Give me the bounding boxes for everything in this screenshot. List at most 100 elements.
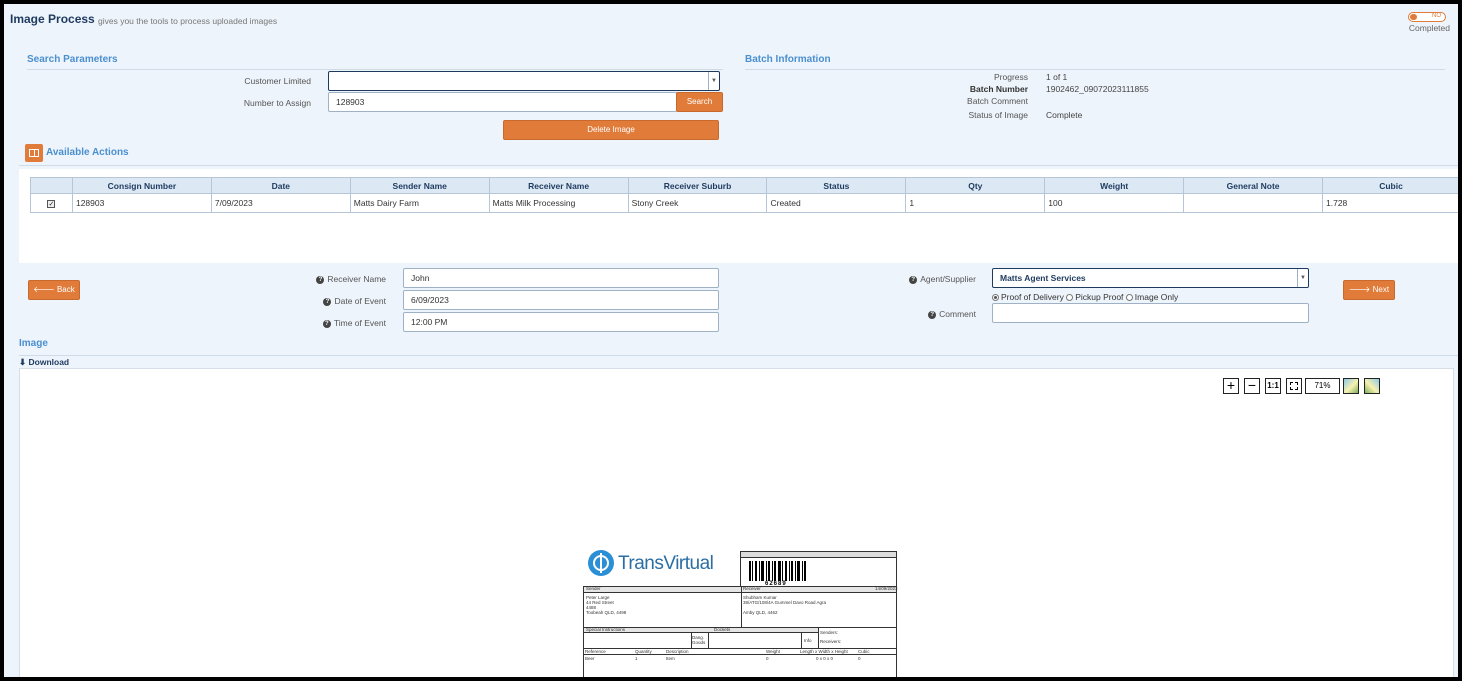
column-header[interactable]: Date xyxy=(210,177,351,194)
radio-label: Pickup Proof xyxy=(1075,292,1124,302)
date-of-event-label-text: Date of Event xyxy=(334,296,386,306)
rotate-left-icon[interactable] xyxy=(1343,378,1359,394)
download-link[interactable]: ⬇ Download xyxy=(19,357,69,368)
item-column-header: Length x Width x Height xyxy=(800,649,848,654)
item-cell: 0 xyxy=(766,656,769,661)
table-cell: 1.728 xyxy=(1322,193,1458,213)
actual-size-icon[interactable]: 1:1 xyxy=(1265,378,1281,394)
customer-label: Customer Limited xyxy=(244,76,311,86)
radio-button[interactable] xyxy=(1125,294,1133,301)
image-section-title: Image xyxy=(19,338,48,349)
receiver-name-input[interactable]: John xyxy=(403,268,719,288)
table-row[interactable]: ✓ 128903 7/09/2023 Matts Dairy Farm Matt… xyxy=(30,193,1458,213)
item-column-header: Weight xyxy=(766,649,780,654)
divider xyxy=(27,69,723,70)
completed-label: Completed xyxy=(1408,23,1450,33)
radio-image-only[interactable]: Image Only xyxy=(1125,292,1179,302)
batch-information-title: Batch Information xyxy=(745,54,831,65)
progress-value: 1 of 1 xyxy=(1046,72,1068,82)
table-cell: Matts Dairy Farm xyxy=(349,193,490,213)
toggle-state: NO xyxy=(1432,13,1441,19)
comment-label-text: Comment xyxy=(939,309,976,319)
receivers-label: Receivers: xyxy=(820,639,842,644)
time-of-event-input[interactable]: 12:00 PM xyxy=(403,312,719,332)
help-icon[interactable]: ? xyxy=(909,276,918,284)
receiver-address-line: 38/ATG/108/4A Gummel Davo Road Agra xyxy=(743,600,826,605)
radio-button[interactable] xyxy=(1066,294,1074,301)
batch-number-label: Batch Number xyxy=(969,84,1028,94)
agent-supplier-label: ? Agent/Supplier xyxy=(864,274,976,284)
table-cell: 1 xyxy=(905,193,1046,213)
search-button[interactable]: Search xyxy=(676,92,723,112)
consignment-document-preview: TransVirtual 62689 Sender Receiver 14/09… xyxy=(580,547,898,677)
dockets-label: Dockets xyxy=(714,627,731,632)
transvirtual-logo-icon xyxy=(588,550,614,576)
column-header[interactable]: Cubic xyxy=(1322,177,1458,194)
item-column-header: Description xyxy=(666,649,689,654)
page-subtitle: gives you the tools to process uploaded … xyxy=(98,16,278,26)
column-header[interactable]: Sender Name xyxy=(349,177,490,194)
zoom-in-icon[interactable]: + xyxy=(1223,378,1239,394)
column-header[interactable]: General Note xyxy=(1183,177,1324,194)
radio-pickup-proof[interactable]: Pickup Proof xyxy=(1066,292,1123,302)
back-button-label: Back xyxy=(56,285,75,294)
column-header[interactable]: Consign Number xyxy=(71,177,212,194)
page-title: Image Process xyxy=(10,12,95,26)
help-icon[interactable]: ? xyxy=(323,298,332,306)
fit-icon[interactable] xyxy=(1286,378,1302,394)
number-to-assign-label: Number to Assign xyxy=(243,98,311,108)
receiver-header: Receiver xyxy=(743,586,761,591)
next-button[interactable]: 🡒 Next xyxy=(1343,280,1395,300)
table-cell: 7/09/2023 xyxy=(210,193,351,213)
chevron-down-icon[interactable]: ▼ xyxy=(1297,269,1308,287)
date-of-event-input[interactable]: 6/09/2023 xyxy=(403,290,719,310)
radio-button[interactable] xyxy=(992,294,999,301)
status-of-image-label: Status of Image xyxy=(968,110,1028,120)
event-type-radio-group: Proof of Delivery Pickup Proof Image Onl… xyxy=(992,292,1178,302)
radio-proof-of-delivery[interactable]: Proof of Delivery xyxy=(992,292,1064,302)
item-cell: Beer xyxy=(585,656,595,661)
receiver-name-label: ? Receiver Name xyxy=(264,274,386,284)
help-icon[interactable]: ? xyxy=(928,311,937,319)
toggle-knob xyxy=(1410,14,1417,20)
column-header[interactable]: Status xyxy=(766,177,907,194)
select-column-header xyxy=(30,177,73,194)
row-checkbox[interactable]: ✓ xyxy=(30,193,73,213)
column-header[interactable]: Weight xyxy=(1044,177,1185,194)
back-button[interactable]: 🡐 Back xyxy=(28,280,80,300)
customer-select[interactable] xyxy=(328,71,720,91)
items-block xyxy=(583,648,897,677)
batch-number-value: 1902462_09072023111855 xyxy=(1046,84,1149,94)
receiver-date: 14/09/2023 xyxy=(875,586,898,591)
senders-label: Senders: xyxy=(820,630,839,635)
columns-icon[interactable] xyxy=(25,144,43,162)
help-icon[interactable]: ? xyxy=(322,320,331,328)
item-cell: Item xyxy=(666,656,675,661)
table-cell xyxy=(1183,193,1324,213)
delete-image-button[interactable]: Delete Image xyxy=(503,120,719,140)
column-header[interactable]: Qty xyxy=(905,177,1046,194)
chevron-down-icon[interactable]: ▼ xyxy=(708,72,719,90)
number-to-assign-input[interactable]: 128903 xyxy=(328,92,677,112)
rotate-right-icon[interactable] xyxy=(1364,378,1380,394)
date-of-event-label: ? Date of Event xyxy=(264,296,386,306)
receiver-name-label-text: Receiver Name xyxy=(327,274,386,284)
agent-supplier-select[interactable]: Matts Agent Services xyxy=(992,268,1309,288)
column-header[interactable]: Receiver Name xyxy=(488,177,629,194)
zoom-out-icon[interactable]: − xyxy=(1244,378,1260,394)
item-cell: 0 xyxy=(858,656,861,661)
next-button-label: Next xyxy=(1372,285,1390,294)
comment-input[interactable] xyxy=(992,303,1309,323)
help-icon[interactable]: ? xyxy=(316,276,325,284)
column-header[interactable]: Receiver Suburb xyxy=(627,177,768,194)
arrow-left-icon: 🡐 xyxy=(33,285,57,294)
status-of-image-value: Complete xyxy=(1046,110,1083,120)
table-header-row: Consign Number Date Sender Name Receiver… xyxy=(30,177,1458,194)
skip-completed-toggle[interactable]: NO xyxy=(1408,12,1446,22)
dang-goods-label: Dang. Goods xyxy=(692,635,706,645)
arrow-right-icon: 🡒 xyxy=(1348,285,1373,294)
instructions-block xyxy=(583,627,897,649)
item-cell: 1 xyxy=(635,656,638,661)
info-label: Info xyxy=(804,638,812,643)
radio-label: Image Only xyxy=(1134,292,1179,302)
